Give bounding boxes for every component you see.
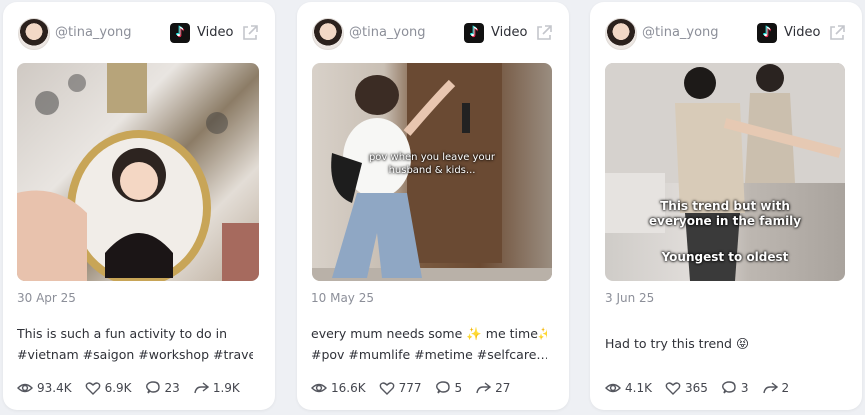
share-icon xyxy=(476,382,492,394)
eye-icon xyxy=(17,383,33,393)
video-card[interactable]: @tina_yong ♪ Video 30 Apr 25 This is suc… xyxy=(3,2,275,410)
post-date: 10 May 25 xyxy=(311,291,374,305)
eye-icon xyxy=(311,383,327,393)
views-stat: 93.4K xyxy=(17,380,72,396)
tiktok-icon: ♪ xyxy=(464,23,484,43)
views-stat: 4.1K xyxy=(605,380,652,396)
eye-icon xyxy=(605,383,621,393)
thumbnail-image xyxy=(605,63,845,281)
comments-stat: 5 xyxy=(435,380,463,396)
likes-count: 365 xyxy=(684,381,708,395)
views-count: 4.1K xyxy=(625,381,652,395)
likes-count: 6.9K xyxy=(104,381,132,395)
caption-line: Had to try this trend 😝 xyxy=(605,336,750,351)
card-header: @tina_yong ♪ Video xyxy=(3,2,275,62)
likes-count: 777 xyxy=(398,381,422,395)
caption-hashtags[interactable]: #vietnam #saigon #workshop #travel… xyxy=(17,344,253,365)
video-thumbnail[interactable]: pov when you leave your husband & kids..… xyxy=(312,63,552,281)
heart-icon xyxy=(665,382,681,395)
video-card[interactable]: @tina_yong ♪ Video pov when you leave yo… xyxy=(297,2,569,410)
engagement-stats: 93.4K 6.9K 23 1.9K xyxy=(17,378,253,398)
external-link-icon[interactable] xyxy=(828,24,846,42)
overlay-line: everyone in the family xyxy=(648,214,802,228)
likes-stat: 365 xyxy=(665,380,708,396)
views-stat: 16.6K xyxy=(311,380,366,396)
card-header: @tina_yong ♪ Video xyxy=(590,2,862,62)
likes-stat: 6.9K xyxy=(85,380,132,396)
external-link-icon[interactable] xyxy=(241,24,259,42)
content-type-label: Video xyxy=(491,25,528,40)
video-overlay-text: This trend but with everyone in the fami… xyxy=(605,199,845,229)
engagement-stats: 4.1K 365 3 2 xyxy=(605,378,802,398)
post-caption: This is such a fun activity to do in #vi… xyxy=(17,323,253,365)
shares-stat: 27 xyxy=(475,380,510,396)
comments-stat: 23 xyxy=(145,380,180,396)
comments-stat: 3 xyxy=(721,380,749,396)
views-count: 93.4K xyxy=(37,381,72,395)
heart-icon xyxy=(379,382,394,395)
content-type-label: Video xyxy=(197,25,234,40)
overlay-line: husband & kids... xyxy=(388,165,476,176)
post-date: 30 Apr 25 xyxy=(17,291,76,305)
comments-count: 3 xyxy=(740,381,749,395)
caption-hashtags[interactable]: #pov #mumlife #metime #selfcare… xyxy=(311,344,547,365)
avatar[interactable] xyxy=(312,18,344,50)
external-link-icon[interactable] xyxy=(535,24,553,42)
share-icon xyxy=(194,382,209,394)
overlay-line: This trend but with xyxy=(660,199,790,213)
content-type-label: Video xyxy=(784,25,821,40)
shares-count: 1.9K xyxy=(212,381,240,395)
likes-stat: 777 xyxy=(379,380,422,396)
tiktok-icon: ♪ xyxy=(170,23,190,43)
video-thumbnail[interactable] xyxy=(17,63,259,281)
comments-count: 5 xyxy=(454,381,463,395)
video-overlay-subtext: Youngest to oldest xyxy=(661,250,789,264)
comments-count: 23 xyxy=(164,381,180,395)
post-caption: Had to try this trend 😝 xyxy=(605,333,841,354)
caption-line: This is such a fun activity to do in xyxy=(17,326,228,341)
creator-handle[interactable]: @tina_yong xyxy=(642,25,719,40)
overlay-line: pov when you leave your xyxy=(368,152,496,163)
creator-handle[interactable]: @tina_yong xyxy=(349,25,426,40)
video-thumbnail[interactable]: This trend but with everyone in the fami… xyxy=(605,63,845,281)
share-icon xyxy=(762,382,778,394)
caption-line: every mum needs some ✨ me time✨ xyxy=(311,326,547,341)
creator-handle[interactable]: @tina_yong xyxy=(55,25,132,40)
comment-icon xyxy=(435,381,450,394)
video-card[interactable]: @tina_yong ♪ Video This trend but with e… xyxy=(590,2,862,410)
shares-count: 2 xyxy=(781,381,790,395)
card-header: @tina_yong ♪ Video xyxy=(297,2,569,62)
comment-icon xyxy=(721,381,736,394)
views-count: 16.6K xyxy=(331,381,366,395)
avatar[interactable] xyxy=(18,18,50,50)
shares-stat: 1.9K xyxy=(193,380,240,396)
thumbnail-image xyxy=(17,63,259,281)
comment-icon xyxy=(145,381,160,394)
video-overlay-text: pov when you leave your husband & kids..… xyxy=(312,151,552,177)
post-caption: every mum needs some ✨ me time✨ #pov #mu… xyxy=(311,323,547,365)
shares-count: 27 xyxy=(495,381,511,395)
shares-stat: 2 xyxy=(762,380,790,396)
heart-icon xyxy=(85,382,100,395)
engagement-stats: 16.6K 777 5 27 xyxy=(311,378,523,398)
post-date: 3 Jun 25 xyxy=(605,291,655,305)
avatar[interactable] xyxy=(605,18,637,50)
tiktok-icon: ♪ xyxy=(757,23,777,43)
